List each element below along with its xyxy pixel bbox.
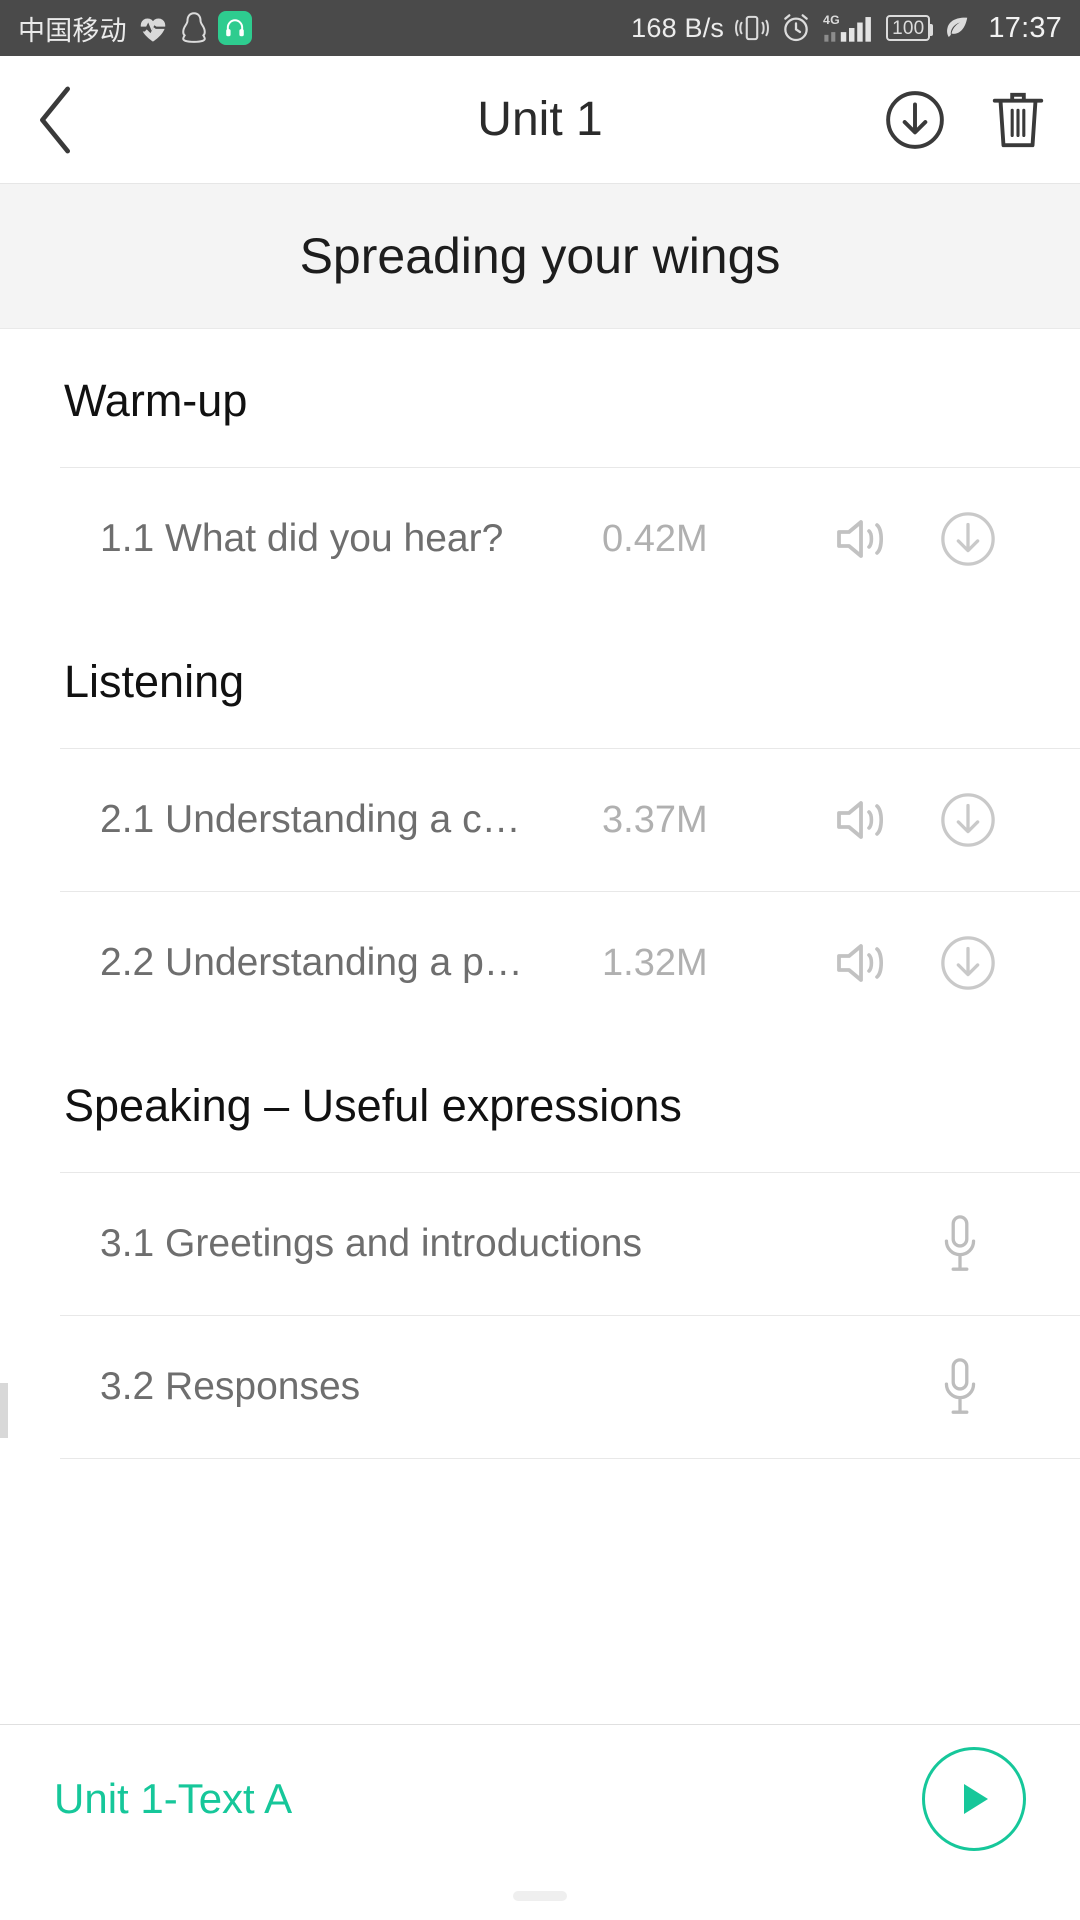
vibrate-icon (735, 13, 770, 43)
back-button[interactable] (34, 85, 78, 155)
leaf-icon (941, 13, 973, 43)
clock-label: 17:37 (988, 11, 1062, 44)
table-row[interactable]: 3.1 Greetings and introductions (60, 1172, 1080, 1315)
signal-4g-icon: 4G (823, 11, 875, 45)
download-circle-icon[interactable] (916, 510, 1020, 568)
speaker-icon[interactable] (812, 937, 916, 989)
speaker-icon[interactable] (812, 513, 916, 565)
section-header-speaking: Speaking – Useful expressions (64, 1080, 682, 1131)
section-header-listening: Listening (64, 656, 245, 707)
alarm-clock-icon (780, 12, 812, 44)
row-filesize: 1.32M (602, 941, 708, 984)
header-actions (884, 89, 1046, 151)
lesson-title: Spreading your wings (299, 228, 781, 284)
battery-level-label: 100 (892, 17, 925, 39)
row-label: 2.2 Understanding a p… (100, 941, 523, 984)
download-circle-icon[interactable] (916, 934, 1020, 992)
row-filesize: 3.37M (602, 798, 708, 841)
trash-icon[interactable] (990, 89, 1046, 151)
table-row[interactable]: 2.1 Understanding a c… 3.37M (60, 748, 1080, 891)
speaker-icon[interactable] (812, 794, 916, 846)
row-label: 3.2 Responses (100, 1365, 361, 1408)
player-track-title: Unit 1-Text A (54, 1774, 293, 1822)
qq-penguin-icon (179, 11, 209, 45)
player-bar: Unit 1-Text A (0, 1724, 1080, 1872)
battery-indicator: 100 (886, 15, 934, 41)
scrollbar[interactable] (0, 1383, 8, 1438)
play-button[interactable] (922, 1746, 1026, 1851)
lesson-banner: Spreading your wings (0, 184, 1080, 329)
row-label: 3.1 Greetings and introductions (100, 1222, 643, 1265)
row-filesize: 0.42M (602, 517, 708, 560)
network-speed-label: 168 B/s (631, 12, 725, 43)
download-circle-icon[interactable] (884, 89, 946, 151)
table-row[interactable]: 3.2 Responses (60, 1315, 1080, 1458)
status-bar: 中国移动 168 B/s 4G 100 17:37 (0, 0, 1080, 56)
home-indicator (513, 1891, 567, 1901)
status-bar-left: 中国移动 (18, 9, 252, 48)
app-header: Unit 1 (0, 56, 1080, 184)
system-navigation-bar (0, 1872, 1080, 1920)
heart-rate-icon (136, 13, 170, 43)
section-header-warm-up: Warm-up (64, 375, 248, 426)
microphone-icon[interactable] (900, 1356, 1020, 1418)
row-label: 1.1 What did you hear? (100, 517, 504, 560)
status-bar-right: 168 B/s 4G 100 17:37 (631, 11, 1062, 45)
svg-text:4G: 4G (823, 13, 840, 27)
headphone-app-icon (217, 11, 252, 45)
lesson-list: Warm-up 1.1 What did you hear? 0.42M Lis… (0, 329, 1080, 1478)
row-label: 2.1 Understanding a c… (100, 798, 521, 841)
download-circle-icon[interactable] (916, 791, 1020, 849)
microphone-icon[interactable] (900, 1213, 1020, 1275)
table-row-divider (60, 1458, 1080, 1478)
carrier-label: 中国移动 (18, 15, 127, 46)
table-row[interactable]: 2.2 Understanding a p… 1.32M (60, 891, 1080, 1034)
table-row[interactable]: 1.1 What did you hear? 0.42M (60, 467, 1080, 610)
